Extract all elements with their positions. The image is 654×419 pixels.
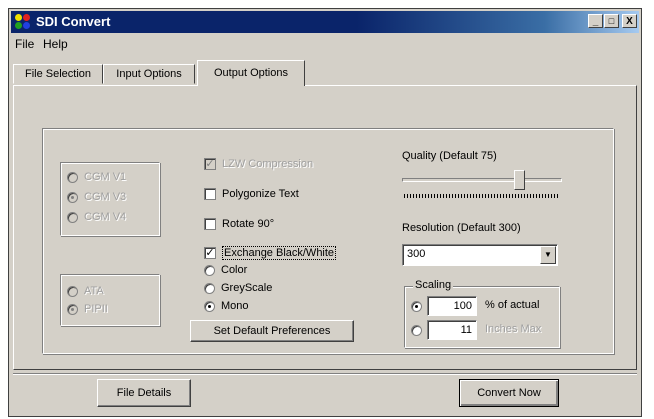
percent-of-actual-label: % of actual bbox=[485, 299, 540, 311]
check-icon: ✓ bbox=[204, 158, 216, 170]
cgm-version-group: CGM V1 CGM V3 CGM V4 bbox=[60, 162, 160, 236]
app-icon bbox=[15, 14, 31, 30]
close-icon[interactable]: X bbox=[622, 14, 637, 28]
resolution-label: Resolution (Default 300) bbox=[402, 222, 521, 234]
radio-button bbox=[67, 191, 78, 203]
radio-button bbox=[204, 300, 215, 312]
menu-help[interactable]: Help bbox=[43, 37, 68, 51]
radio-button bbox=[67, 303, 78, 315]
radio-cgm-v4[interactable]: CGM V4 bbox=[67, 211, 126, 223]
chevron-down-icon[interactable]: ▼ bbox=[540, 246, 556, 264]
file-details-button[interactable]: File Details bbox=[97, 379, 191, 407]
title-bar[interactable]: SDI Convert _ □ X bbox=[11, 11, 639, 33]
radio-percent-of-actual[interactable] bbox=[411, 301, 422, 312]
radio-greyscale[interactable]: GreyScale bbox=[204, 282, 272, 294]
tab-output-options[interactable]: Output Options bbox=[197, 60, 305, 86]
resolution-value: 300 bbox=[407, 248, 426, 260]
checkbox-box bbox=[204, 188, 216, 200]
radio-cgm-v1[interactable]: CGM V1 bbox=[67, 171, 126, 183]
inches-max-input[interactable]: 11 bbox=[427, 320, 477, 340]
quality-slider-track[interactable] bbox=[402, 178, 562, 182]
radio-button bbox=[67, 285, 78, 297]
output-options-panel: CGM V1 CGM V3 CGM V4 ATA PIPII ✓ LZW Comp… bbox=[13, 85, 637, 370]
radio-button bbox=[67, 171, 78, 183]
checkbox-box bbox=[204, 218, 216, 230]
radio-ata[interactable]: ATA bbox=[67, 285, 104, 297]
tab-strip: File Selection Input Options Output Opti… bbox=[13, 59, 637, 86]
rotate-90-checkbox[interactable]: Rotate 90° bbox=[204, 218, 274, 230]
polygonize-text-checkbox[interactable]: Polygonize Text bbox=[204, 188, 299, 200]
window-title: SDI Convert bbox=[36, 14, 111, 29]
scaling-group: Scaling 100 % of actual 11 Inches Max bbox=[404, 279, 560, 348]
menu-bar: File Help bbox=[11, 35, 639, 53]
app-window: SDI Convert _ □ X File Help File Selecti… bbox=[8, 8, 642, 417]
bottom-separator bbox=[13, 373, 637, 375]
tab-input-options[interactable]: Input Options bbox=[103, 64, 195, 84]
check-icon: ✓ bbox=[204, 247, 216, 259]
percent-input[interactable]: 100 bbox=[427, 296, 477, 316]
radio-button bbox=[204, 282, 215, 294]
exchange-black-white-checkbox[interactable]: ✓ Exchange Black/White bbox=[204, 246, 337, 260]
radio-color[interactable]: Color bbox=[204, 264, 247, 276]
radio-inches-max[interactable] bbox=[411, 325, 422, 336]
quality-slider-thumb[interactable] bbox=[513, 170, 525, 190]
format-group: ATA PIPII bbox=[60, 274, 160, 326]
minimize-icon[interactable]: _ bbox=[588, 14, 603, 28]
quality-slider-ticks bbox=[404, 194, 560, 198]
inches-max-label: Inches Max bbox=[485, 323, 542, 335]
menu-file[interactable]: File bbox=[15, 37, 34, 51]
convert-now-button[interactable]: Convert Now bbox=[459, 379, 559, 407]
maximize-icon[interactable]: □ bbox=[604, 14, 619, 28]
radio-pipii[interactable]: PIPII bbox=[67, 303, 108, 315]
set-default-preferences-button[interactable]: Set Default Preferences bbox=[190, 320, 354, 342]
tab-file-selection[interactable]: File Selection bbox=[13, 64, 103, 84]
radio-mono[interactable]: Mono bbox=[204, 300, 249, 312]
radio-button bbox=[67, 211, 78, 223]
scaling-label: Scaling bbox=[413, 279, 454, 291]
radio-button bbox=[204, 264, 215, 276]
radio-cgm-v3[interactable]: CGM V3 bbox=[67, 191, 126, 203]
resolution-select[interactable]: 300 ▼ bbox=[402, 244, 558, 266]
lzw-compression-checkbox[interactable]: ✓ LZW Compression bbox=[204, 158, 313, 170]
quality-label: Quality (Default 75) bbox=[402, 150, 497, 162]
